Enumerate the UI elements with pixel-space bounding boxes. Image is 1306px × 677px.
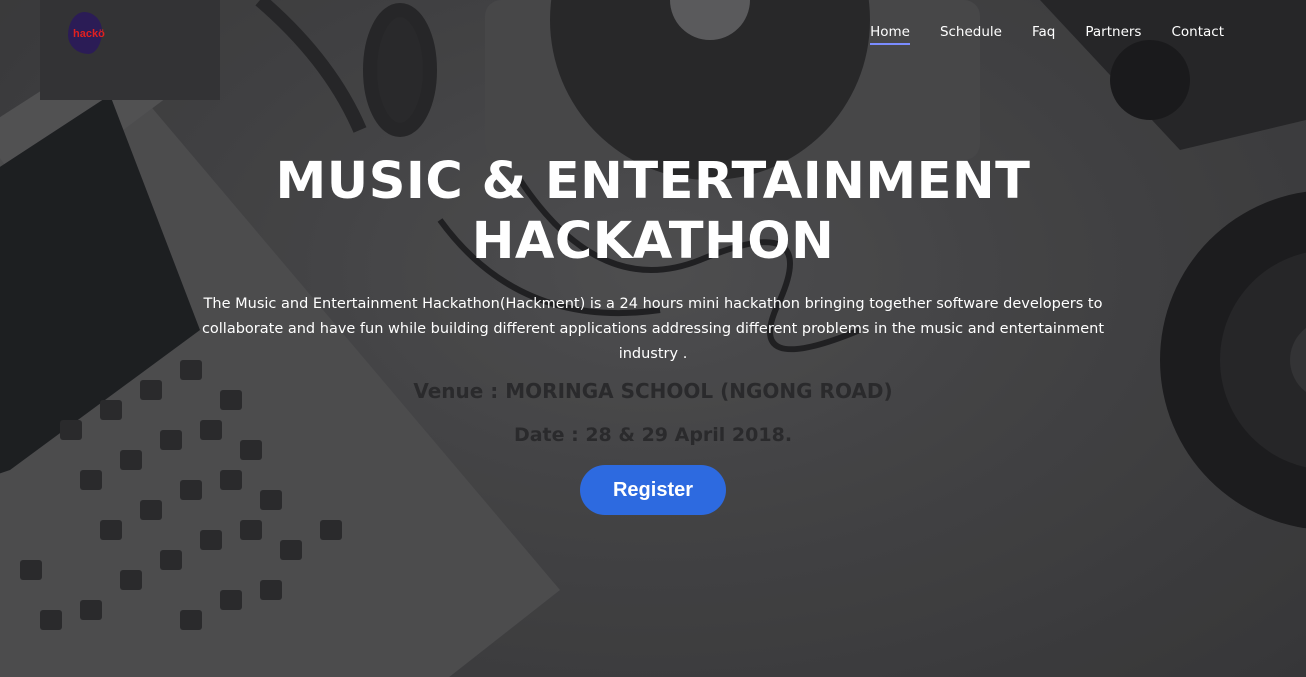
hero-description: The Music and Entertainment Hackathon(Ha… [201, 296, 1105, 362]
event-date: Date : 28 & 29 April 2018. [513, 424, 793, 446]
nav-home[interactable]: Home [870, 24, 910, 45]
register-button[interactable]: Register [580, 465, 726, 515]
nav-contact[interactable]: Contact [1171, 24, 1224, 45]
hero-title-line1: MUSIC & ENTERTAINMENT [275, 152, 1031, 211]
event-venue: Venue : MORINGA SCHOOL (NGONG ROAD) [413, 379, 893, 403]
nav-faq[interactable]: Faq [1032, 24, 1055, 45]
logo-text: hackö [73, 28, 105, 40]
hero-title-line2: HACKATHON [471, 212, 835, 271]
nav-partners[interactable]: Partners [1085, 24, 1141, 45]
nav-schedule[interactable]: Schedule [940, 24, 1002, 45]
hero-title: MUSIC & ENTERTAINMENT HACKATHON [253, 152, 1053, 272]
hero-section: MUSIC & ENTERTAINMENT HACKATHON The Musi… [0, 152, 1306, 515]
site-logo[interactable]: hackö [62, 8, 114, 60]
main-nav: Home Schedule Faq Partners Contact [870, 24, 1224, 45]
